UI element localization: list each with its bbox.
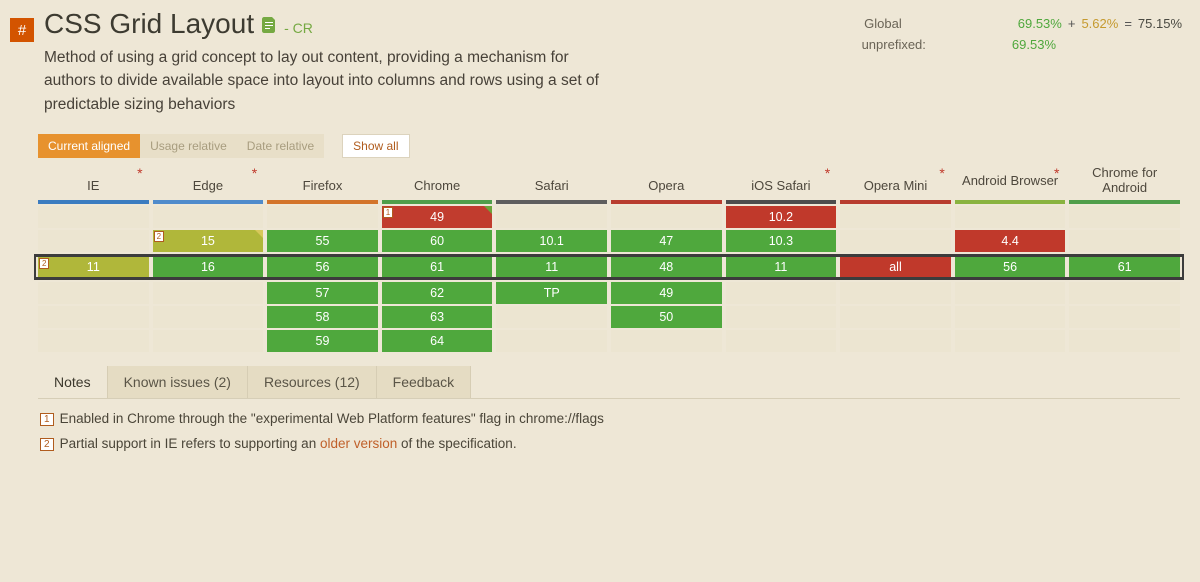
alignment-toggle: Current aligned Usage relative Date rela… [38,134,324,158]
global-stats: Global 69.53% + 5.62% = 75.15% unprefixe… [862,8,1190,58]
stat-partial: 5.62% [1081,16,1118,31]
spec-icon [262,17,276,33]
version-row: 149 10.2 [38,206,1180,228]
version-cell[interactable]: 56 [955,257,1066,277]
version-cell[interactable]: 57 [267,282,378,304]
spec-status: - CR [284,20,313,36]
col-safari: Safari [496,164,607,200]
version-cell[interactable]: 59 [267,330,378,352]
tab-notes[interactable]: Notes [38,366,108,398]
stat-total: 75.15% [1138,16,1182,31]
version-cell[interactable]: 11 [726,257,837,277]
col-ios-safari: iOS Safari* [726,164,837,200]
info-tabs: Notes Known issues (2) Resources (12) Fe… [38,366,1180,398]
note-1: 1Enabled in Chrome through the "experime… [40,411,1178,426]
stat-unprefixed: 69.53% [1012,37,1056,52]
tab-resources[interactable]: Resources (12) [248,366,377,398]
version-cell[interactable]: 4.4 [955,230,1066,252]
version-cell[interactable]: 47 [611,230,722,252]
version-cell[interactable]: 16 [153,257,264,277]
col-opera-mini: Opera Mini* [840,164,951,200]
col-android-browser: Android Browser* [955,164,1066,200]
permalink-hash[interactable]: # [10,18,34,42]
version-cell[interactable]: 10.1 [496,230,607,252]
tab-feedback[interactable]: Feedback [377,366,471,398]
current-version-row: 211 16 56 61 11 48 11 all 56 61 [34,254,1184,280]
version-cell[interactable]: all [840,257,951,277]
feature-description: Method of using a grid concept to lay ou… [44,46,604,116]
version-cell[interactable]: 61 [382,257,493,277]
version-cell[interactable]: 55 [267,230,378,252]
note-2: 2Partial support in IE refers to support… [40,436,1178,451]
version-cell[interactable]: 215 [153,230,264,252]
version-cell[interactable]: 149 [382,206,493,228]
show-all-button[interactable]: Show all [342,134,409,158]
version-cell[interactable]: 49 [611,282,722,304]
date-relative-button[interactable]: Date relative [237,134,324,158]
tab-known-issues[interactable]: Known issues (2) [108,366,248,398]
version-cell[interactable]: 58 [267,306,378,328]
version-cell[interactable]: 10.3 [726,230,837,252]
version-row: 58 63 50 [38,306,1180,328]
unprefixed-label: unprefixed: [862,37,926,52]
stat-supported: 69.53% [1018,16,1062,31]
version-cell[interactable]: 10.2 [726,206,837,228]
col-edge: Edge* [153,164,264,200]
col-chrome-android: Chrome for Android [1069,164,1180,200]
col-ie: IE* [38,164,149,200]
version-cell[interactable]: TP [496,282,607,304]
current-aligned-button[interactable]: Current aligned [38,134,140,158]
col-chrome: Chrome [382,164,493,200]
version-row: 57 62 TP 49 [38,282,1180,304]
notes-panel: 1Enabled in Chrome through the "experime… [38,398,1180,467]
feature-title-text: CSS Grid Layout [44,8,254,40]
version-cell[interactable]: 62 [382,282,493,304]
version-cell[interactable]: 61 [1069,257,1180,277]
usage-relative-button[interactable]: Usage relative [140,134,237,158]
version-cell[interactable]: 60 [382,230,493,252]
version-row: 59 64 [38,330,1180,352]
col-firefox: Firefox [267,164,378,200]
version-row: 215 55 60 10.1 47 10.3 4.4 [38,230,1180,252]
version-cell[interactable]: 64 [382,330,493,352]
browser-header-row: IE* Edge* Firefox Chrome Safari Opera iO… [38,164,1180,200]
global-label: Global [864,16,902,31]
version-cell[interactable]: 11 [496,257,607,277]
version-cell[interactable]: 50 [611,306,722,328]
version-cell[interactable]: 211 [38,257,149,277]
feature-title: CSS Grid Layout - CR [44,8,604,40]
version-cell[interactable]: 56 [267,257,378,277]
version-cell[interactable]: 48 [611,257,722,277]
version-cell[interactable]: 63 [382,306,493,328]
col-opera: Opera [611,164,722,200]
older-version-link[interactable]: older version [320,436,397,451]
